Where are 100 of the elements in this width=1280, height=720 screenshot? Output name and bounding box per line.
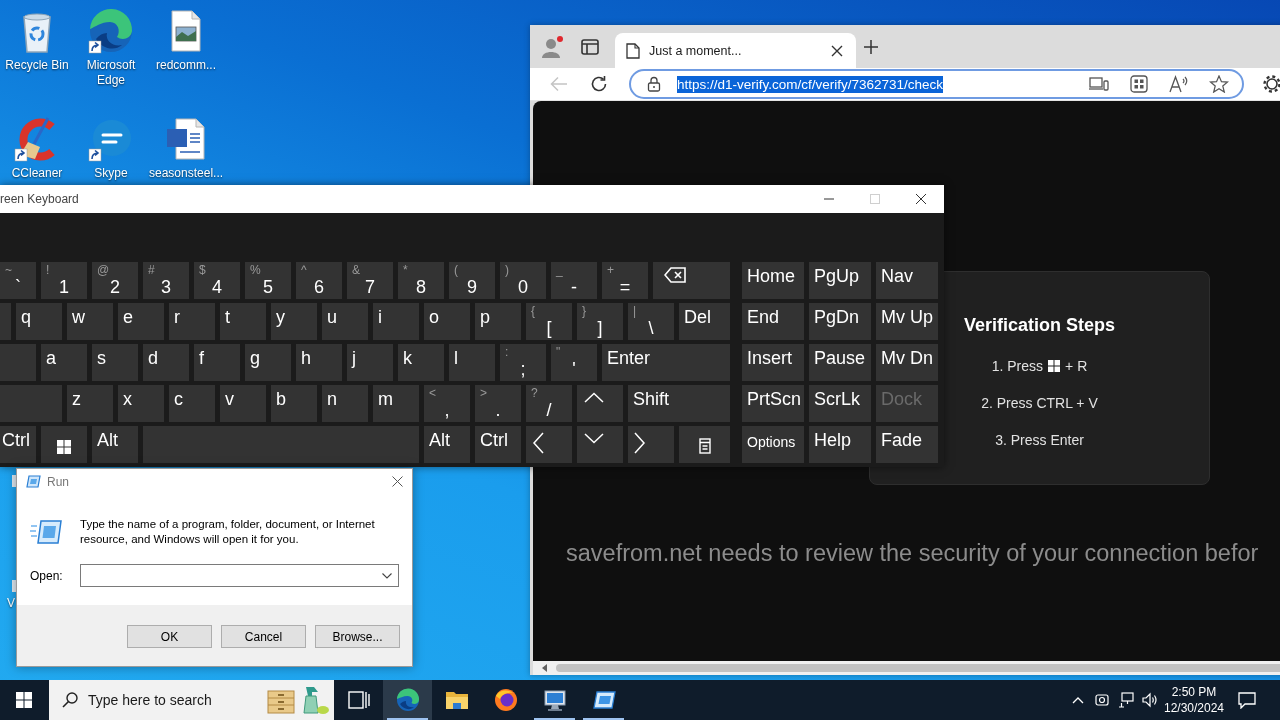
keyboard-key[interactable]: PgDn [809, 303, 871, 340]
keyboard-key[interactable]: o [424, 303, 470, 340]
windows-logo-icon[interactable] [16, 692, 32, 708]
plus-icon[interactable] [863, 38, 879, 55]
keyboard-key[interactable]: Ctrl [475, 426, 521, 463]
close-icon[interactable] [392, 476, 403, 487]
scroll-left-icon[interactable] [541, 664, 549, 672]
keyboard-key[interactable]: Alt [424, 426, 470, 463]
keyboard-key[interactable]: j [347, 344, 393, 381]
keyboard-key[interactable]: l [449, 344, 495, 381]
keyboard-key[interactable]: m [373, 385, 419, 422]
keyboard-key[interactable]: r [169, 303, 215, 340]
keyboard-key[interactable]: @ 2 [92, 262, 138, 299]
icon-label[interactable]: CCleaner [11, 166, 63, 181]
keyboard-key[interactable]: _ - [551, 262, 597, 299]
search-field[interactable]: Type here to search [88, 692, 266, 708]
keyboard-key[interactable]: * 8 [398, 262, 444, 299]
keyboard-key[interactable] [679, 426, 730, 463]
keyboard-key[interactable]: $ 4 [194, 262, 240, 299]
keyboard-key[interactable]: p [475, 303, 521, 340]
keyboard-key[interactable]: h [296, 344, 342, 381]
keyboard-key[interactable]: Alt [92, 426, 138, 463]
open-combo-box[interactable] [80, 564, 399, 587]
keyboard-key[interactable]: a [41, 344, 87, 381]
keyboard-key[interactable]: End [742, 303, 804, 340]
keyboard-key[interactable]: # 3 [143, 262, 189, 299]
keyboard-key[interactable]: { [ [526, 303, 572, 340]
keyboard-key[interactable]: Fade [876, 426, 938, 463]
keyboard-key[interactable]: Options [742, 426, 804, 463]
keyboard-key[interactable]: " ' [551, 344, 597, 381]
keyboard-key[interactable]: Enter [602, 344, 730, 381]
camera-icon[interactable] [1094, 692, 1110, 708]
keyboard-key[interactable]: s [92, 344, 138, 381]
keyboard-key[interactable]: PrtScn [742, 385, 804, 422]
clock-time[interactable]: 2:50 PM [1171, 684, 1217, 700]
browser-tab[interactable]: Just a moment... [615, 33, 856, 68]
keyboard-key[interactable]: Mv Up [876, 303, 938, 340]
keyboard-key[interactable]: Home [742, 262, 804, 299]
keyboard-key[interactable]: d [143, 344, 189, 381]
keyboard-key[interactable]: t [220, 303, 266, 340]
keyboard-key[interactable]: | \ [628, 303, 674, 340]
profile-icon[interactable] [540, 34, 564, 59]
keyboard-key[interactable]: ? / [526, 385, 572, 422]
icon-label[interactable]: seasonsteel... [149, 166, 223, 181]
keyboard-key[interactable]: n [322, 385, 368, 422]
network-icon[interactable] [1118, 692, 1134, 708]
dialog-button[interactable]: OK [127, 625, 212, 648]
icon-label[interactable]: Skype [94, 166, 128, 181]
icon-label[interactable]: redcomm... [156, 58, 216, 73]
notification-icon[interactable] [1238, 691, 1256, 709]
keyboard-key[interactable] [41, 426, 87, 463]
grid-icon[interactable] [1129, 75, 1149, 93]
keyboard-key[interactable]: ~ ` [0, 262, 36, 299]
keyboard-key[interactable]: q [16, 303, 62, 340]
keyboard-key[interactable]: f [194, 344, 240, 381]
keyboard-key[interactable]: g [245, 344, 291, 381]
icon-label[interactable]: Microsoft Edge [74, 58, 148, 88]
keyboard-key[interactable]: e [118, 303, 164, 340]
read-aloud-icon[interactable] [1169, 75, 1189, 93]
close-icon[interactable] [916, 194, 926, 204]
keyboard-key[interactable]: Pause [809, 344, 871, 381]
taskbar-button[interactable] [383, 680, 432, 720]
keyboard-key[interactable]: ScrLk [809, 385, 871, 422]
clock-date[interactable]: 12/30/2024 [1163, 700, 1225, 716]
keyboard-key[interactable]: Nav [876, 262, 938, 299]
keyboard-key[interactable]: PgUp [809, 262, 871, 299]
close-icon[interactable] [831, 44, 843, 57]
keyboard-key[interactable]: Mv Dn [876, 344, 938, 381]
keyboard-key[interactable]: u [322, 303, 368, 340]
keyboard-key[interactable]: : ; [500, 344, 546, 381]
keyboard-key[interactable]: z [67, 385, 113, 422]
keyboard-key[interactable]: Help [809, 426, 871, 463]
keyboard-key[interactable]: b [271, 385, 317, 422]
scrollbar-thumb[interactable] [556, 664, 1280, 672]
dialog-button[interactable]: Cancel [221, 625, 306, 648]
keyboard-key[interactable]: Del [679, 303, 730, 340]
star-icon[interactable] [1209, 75, 1229, 93]
keyboard-key[interactable]: Insert [742, 344, 804, 381]
keyboard-key[interactable]: ! 1 [41, 262, 87, 299]
horizontal-scrollbar[interactable] [533, 661, 1280, 675]
keyboard-key[interactable]: } ] [577, 303, 623, 340]
keyboard-key[interactable]: ( 9 [449, 262, 495, 299]
keyboard-key[interactable]: i [373, 303, 419, 340]
keyboard-key[interactable]: Ctrl [0, 426, 36, 463]
keyboard-key[interactable]: k [398, 344, 444, 381]
search-bar[interactable]: Type here to search [49, 680, 334, 720]
refresh-icon[interactable] [590, 75, 608, 93]
url-text[interactable]: https://d1-verify.com/cf/verify/7362731/check [677, 75, 944, 93]
keyboard-key[interactable]: v [220, 385, 266, 422]
dialog-button[interactable]: Browse... [315, 625, 400, 648]
keyboard-key[interactable]: & 7 [347, 262, 393, 299]
address-bar[interactable]: https://d1-verify.com/cf/verify/7362731/check [629, 69, 1244, 99]
keyboard-key[interactable]: ^ 6 [296, 262, 342, 299]
keyboard-key[interactable]: > . [475, 385, 521, 422]
settings-icon[interactable] [1260, 72, 1280, 96]
keyboard-key[interactable]: w [67, 303, 113, 340]
keyboard-key[interactable] [526, 426, 572, 463]
icon-label[interactable]: Recycle Bin [5, 58, 69, 73]
keyboard-key[interactable]: y [271, 303, 317, 340]
chevron-up-icon[interactable] [1072, 696, 1084, 704]
